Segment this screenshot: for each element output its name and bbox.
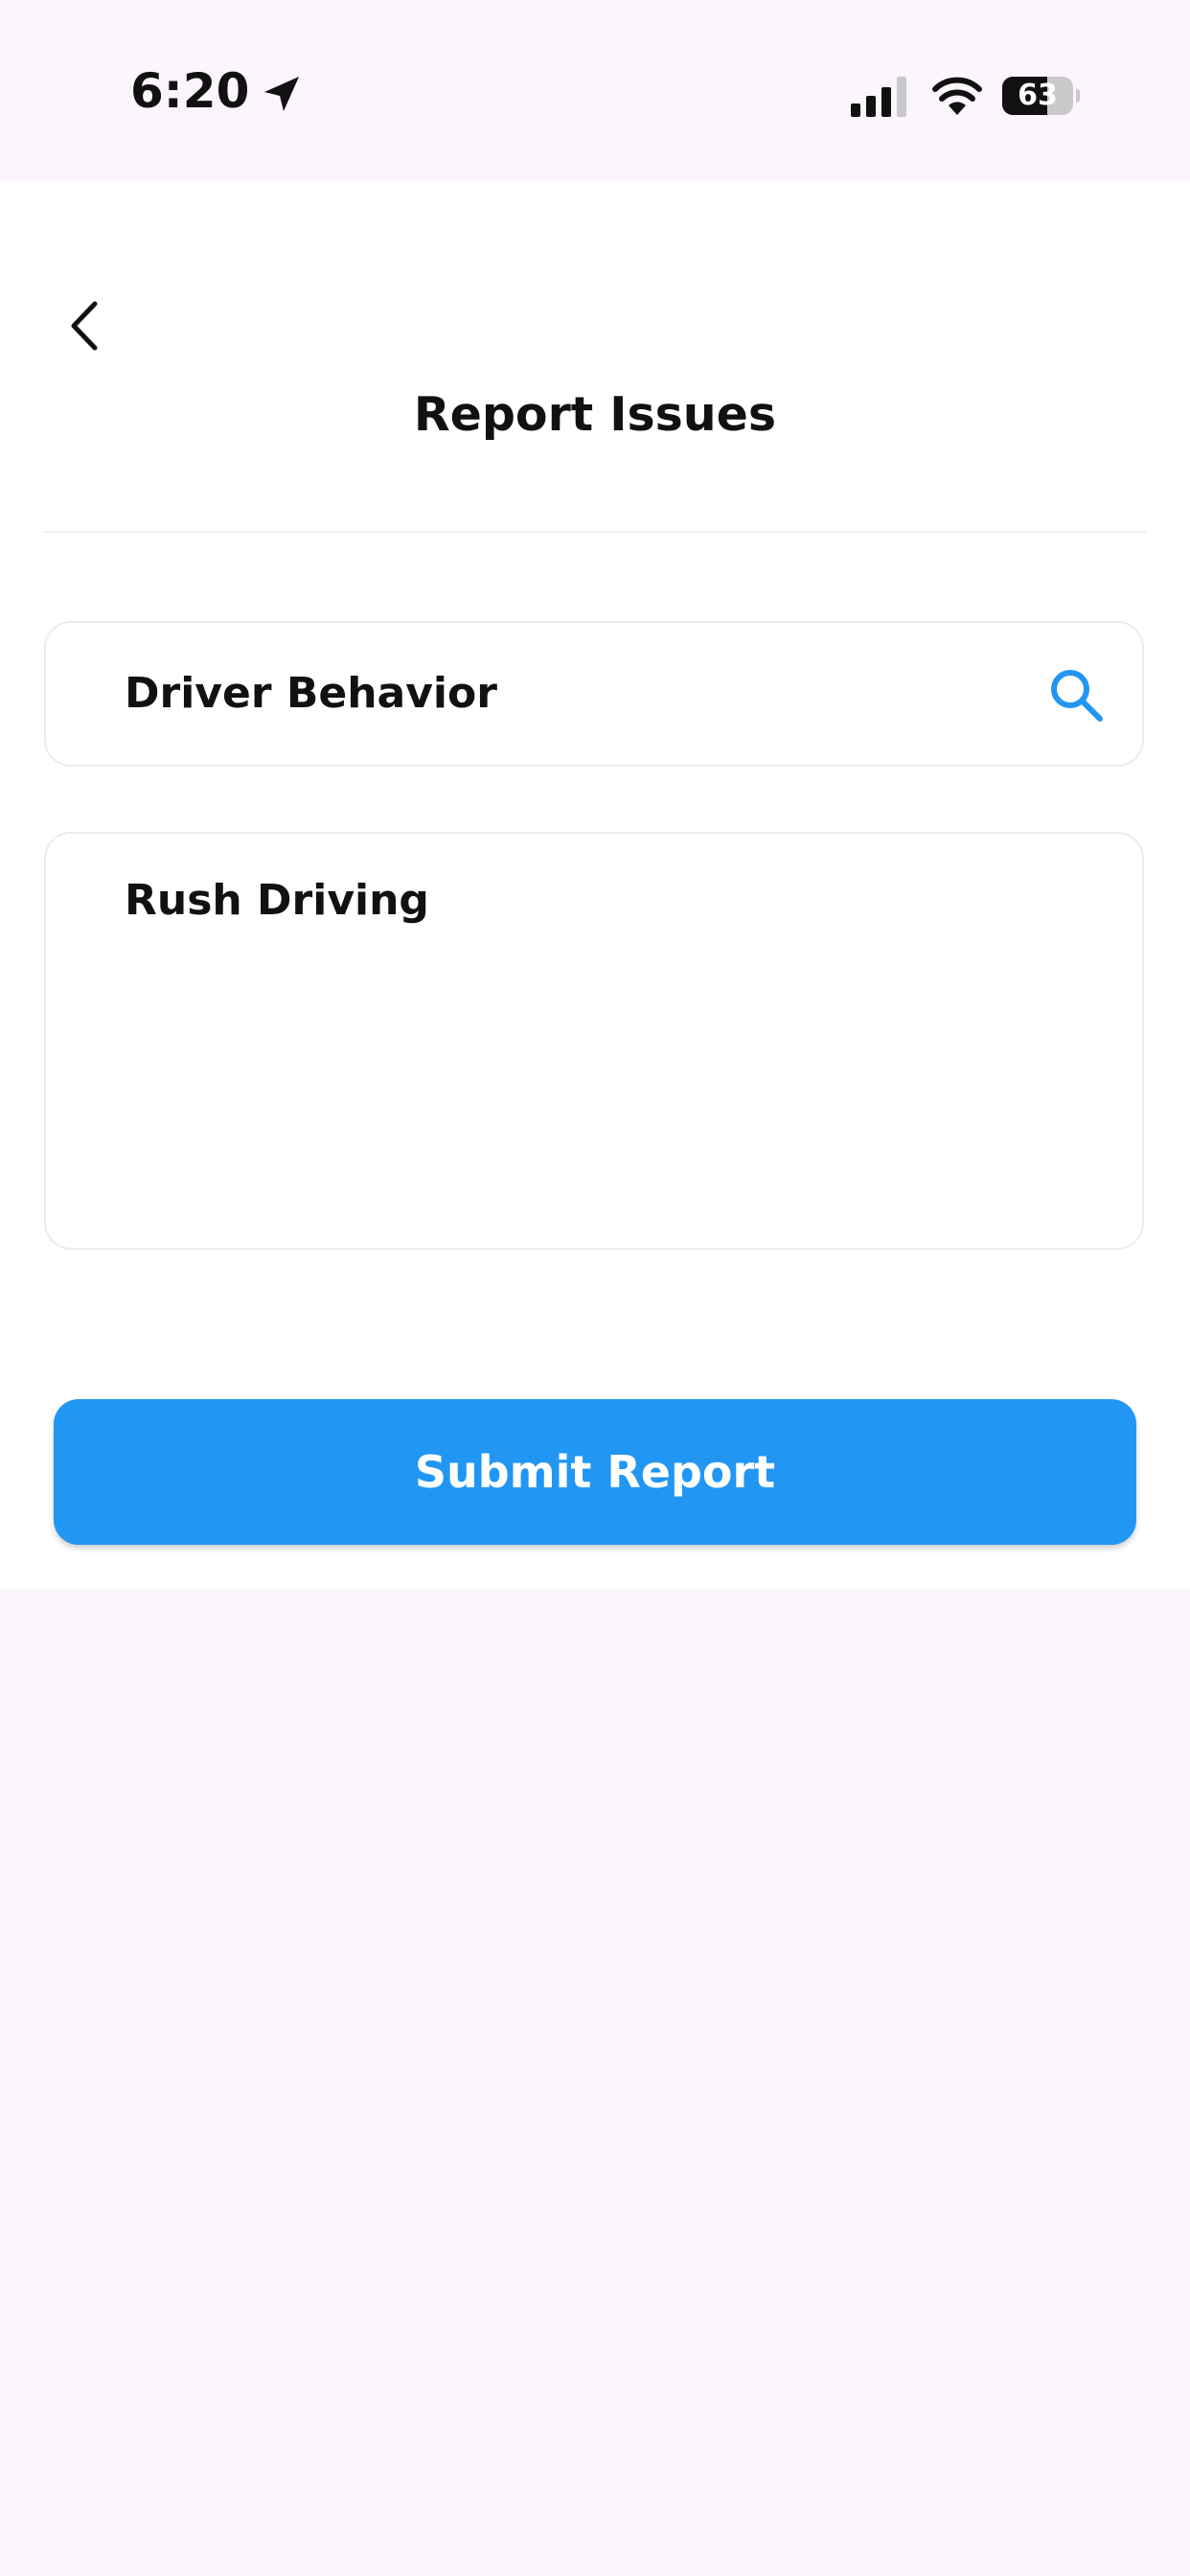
location-arrow-icon (264, 77, 299, 111)
back-button[interactable] (56, 295, 113, 356)
submit-report-label: Submit Report (414, 1446, 776, 1498)
chevron-left-icon (71, 301, 98, 351)
cellular-signal-icon (851, 77, 906, 117)
header-divider (44, 531, 1146, 533)
submit-report-button[interactable]: Submit Report (54, 1399, 1136, 1545)
issue-category-search-field[interactable]: Driver Behavior (44, 621, 1144, 767)
battery-icon: 63 (1002, 77, 1080, 115)
battery-level-text: 63 (1018, 79, 1058, 112)
search-icon[interactable] (1048, 667, 1104, 723)
issue-category-value: Driver Behavior (125, 669, 497, 718)
status-bar: 6:20 63 (0, 0, 1190, 180)
page-title: Report Issues (413, 387, 777, 442)
issue-description-value: Rush Driving (125, 876, 429, 925)
status-time: 6:20 (130, 63, 250, 119)
issue-description-textarea[interactable]: Rush Driving (44, 832, 1144, 1250)
wifi-icon (932, 77, 982, 115)
report-screen: Report Issues Driver Behavior Rush Drivi… (0, 180, 1190, 1589)
